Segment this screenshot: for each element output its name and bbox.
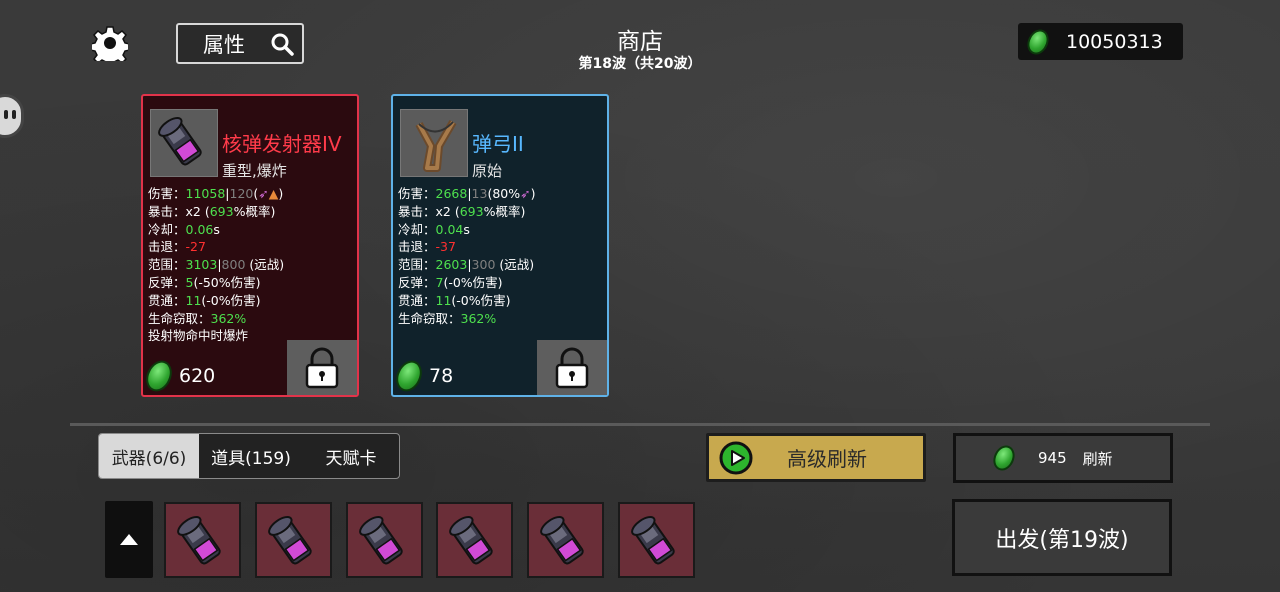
shop-item-card[interactable]: 弹弓II 原始 伤害：2668|13(80%➶) 暴击：x2 (693%概率) … <box>391 94 609 397</box>
page-title: 商店 <box>617 29 663 55</box>
tab-items[interactable]: 道具(159) <box>199 434 303 478</box>
nuke-launcher-icon <box>631 516 675 565</box>
settings-gear-icon[interactable] <box>89 25 131 68</box>
green-gem-icon <box>141 356 177 396</box>
padlock-icon <box>305 347 339 389</box>
nuke-launcher-icon <box>359 516 403 565</box>
fire-icon: ▲ <box>268 186 279 201</box>
stat-cooldown: 冷却：0.04s <box>398 221 470 237</box>
divider <box>70 423 1210 426</box>
lock-button[interactable] <box>287 340 357 395</box>
chevron-up-icon <box>120 534 138 545</box>
tab-weapons[interactable]: 武器(6/6) <box>99 434 199 478</box>
inventory-slot[interactable] <box>527 502 604 578</box>
nuke-launcher-icon <box>540 516 584 565</box>
item-name: 弹弓II <box>472 132 524 156</box>
item-stats: 伤害：11058|120(➶▲) 暴击：x2 (693%概率) 冷却：0.06s… <box>148 185 284 345</box>
stat-knockback: 击退：-37 <box>398 239 456 255</box>
item-stats: 伤害：2668|13(80%➶) 暴击：x2 (693%概率) 冷却：0.04s… <box>398 185 536 327</box>
stat-pierce: 贯通：11(-0%伤害) <box>148 292 261 308</box>
attributes-button[interactable]: 属性 <box>176 23 304 64</box>
inventory-slot[interactable] <box>346 502 423 578</box>
nuke-launcher-icon <box>177 516 221 565</box>
stat-bounce: 反弹：7(-0%伤害) <box>398 274 503 290</box>
item-price: 78 <box>391 356 453 396</box>
stat-pierce: 贯通：11(-0%伤害) <box>398 292 511 308</box>
tab-talent-cards[interactable]: 天赋卡 <box>303 434 399 478</box>
item-price: 620 <box>141 356 215 396</box>
stat-cooldown: 冷却：0.06s <box>148 221 220 237</box>
stat-range: 范围：3103|800 (远战) <box>148 257 285 273</box>
stat-knockback: 击退：-27 <box>148 239 206 255</box>
currency-display: 10050313 <box>1018 23 1183 60</box>
stat-range: 范围：2603|300 (远战) <box>398 257 535 273</box>
inventory-slot[interactable] <box>255 502 332 578</box>
expand-inventory-button[interactable] <box>105 501 153 578</box>
refresh-cost: 945 <box>1038 449 1067 467</box>
item-tags: 原始 <box>472 162 503 180</box>
ranged-icon: ➶ <box>258 186 269 201</box>
green-gem-icon <box>1023 25 1053 58</box>
advanced-refresh-label: 高级刷新 <box>787 447 867 471</box>
start-wave-button[interactable]: 出发(第19波) <box>952 499 1172 576</box>
nuke-launcher-icon <box>150 109 218 177</box>
nuke-launcher-icon <box>449 516 493 565</box>
item-name: 核弹发射器IV <box>222 132 342 156</box>
attributes-label: 属性 <box>203 32 245 57</box>
stat-lifesteal: 生命窃取：362% <box>148 310 247 326</box>
ranged-icon: ➶ <box>520 186 531 201</box>
advanced-refresh-button[interactable]: 高级刷新 <box>706 433 926 482</box>
stat-crit: 暴击：x2 (693%概率) <box>148 203 276 219</box>
inventory-slot[interactable] <box>436 502 513 578</box>
lock-button[interactable] <box>537 340 607 395</box>
green-gem-icon <box>391 356 427 396</box>
search-icon <box>271 33 294 56</box>
wave-indicator: 第18波（共20波） <box>578 56 702 72</box>
padlock-icon <box>555 347 589 389</box>
stat-lifesteal: 生命窃取：362% <box>398 310 497 326</box>
slingshot-icon <box>400 109 468 177</box>
refresh-button[interactable]: 945 刷新 <box>953 433 1173 483</box>
stat-damage: 伤害：2668|13(80%➶) <box>398 186 536 201</box>
stat-extra: 投射物命中时爆炸 <box>148 328 249 344</box>
green-gem-icon <box>989 441 1019 475</box>
play-ad-icon <box>719 441 753 474</box>
inventory-slot[interactable] <box>618 502 695 578</box>
currency-amount: 10050313 <box>1066 30 1163 53</box>
inventory-tabs: 武器(6/6) 道具(159) 天赋卡 <box>98 433 400 479</box>
nuke-launcher-icon <box>268 516 312 565</box>
inventory-slot[interactable] <box>164 502 241 578</box>
stat-crit: 暴击：x2 (693%概率) <box>398 203 526 219</box>
shop-item-card[interactable]: 核弹发射器IV 重型,爆炸 伤害：11058|120(➶▲) 暴击：x2 (69… <box>141 94 359 397</box>
refresh-label: 刷新 <box>1082 449 1113 468</box>
item-tags: 重型,爆炸 <box>222 162 287 180</box>
stat-damage: 伤害：11058|120(➶▲) <box>148 186 284 201</box>
stat-bounce: 反弹：5(-50%伤害) <box>148 274 261 290</box>
